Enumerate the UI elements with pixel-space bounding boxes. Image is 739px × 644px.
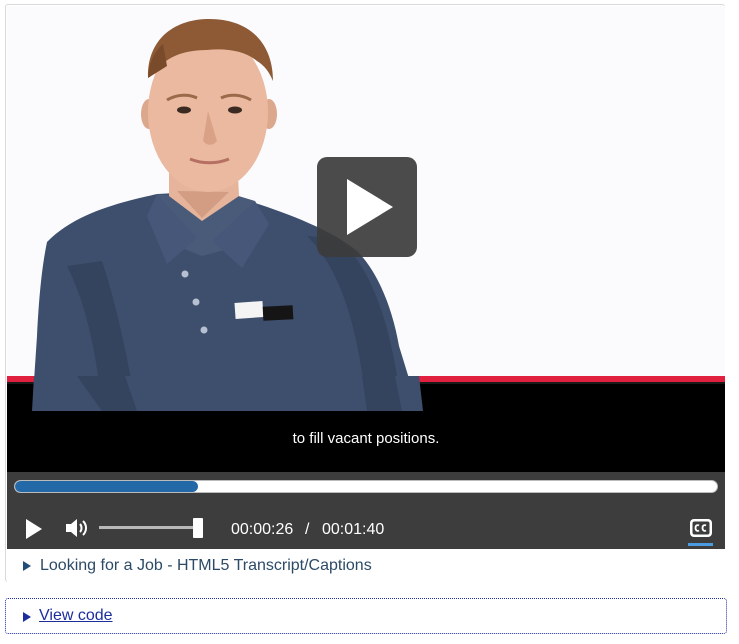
speaker-icon[interactable] — [64, 517, 90, 539]
seek-progress — [15, 481, 198, 492]
player-controls: 00:00:26 / 00:01:40 — [7, 472, 725, 549]
disclosure-triangle-icon — [23, 612, 31, 622]
caption-text: to fill vacant positions. — [292, 430, 440, 447]
volume-slider-thumb[interactable] — [192, 518, 203, 538]
transcript-label: Looking for a Job - HTML5 Transcript/Cap… — [40, 557, 372, 574]
duration: 00:01:40 — [322, 521, 385, 538]
video-viewport[interactable]: to fill vacant positions. — [7, 6, 725, 473]
captions-active-indicator — [688, 543, 713, 546]
volume-slider-track[interactable] — [99, 526, 203, 529]
view-code-panel: View code — [5, 598, 727, 634]
caption-background — [7, 384, 725, 473]
video-player-container: to fill vacant positions. 00:00:26 / 00:… — [5, 4, 725, 582]
play-icon[interactable] — [24, 518, 44, 540]
transcript-toggle[interactable]: Looking for a Job - HTML5 Transcript/Cap… — [7, 549, 725, 582]
current-time: 00:00:26 — [231, 521, 294, 538]
seek-bar[interactable] — [14, 480, 718, 493]
big-play-button[interactable] — [317, 157, 417, 257]
closed-captions-icon[interactable] — [689, 518, 713, 538]
time-separator: / — [305, 521, 310, 538]
play-icon — [347, 179, 393, 235]
view-code-link[interactable]: View code — [39, 607, 113, 625]
disclosure-triangle-icon — [23, 561, 31, 571]
